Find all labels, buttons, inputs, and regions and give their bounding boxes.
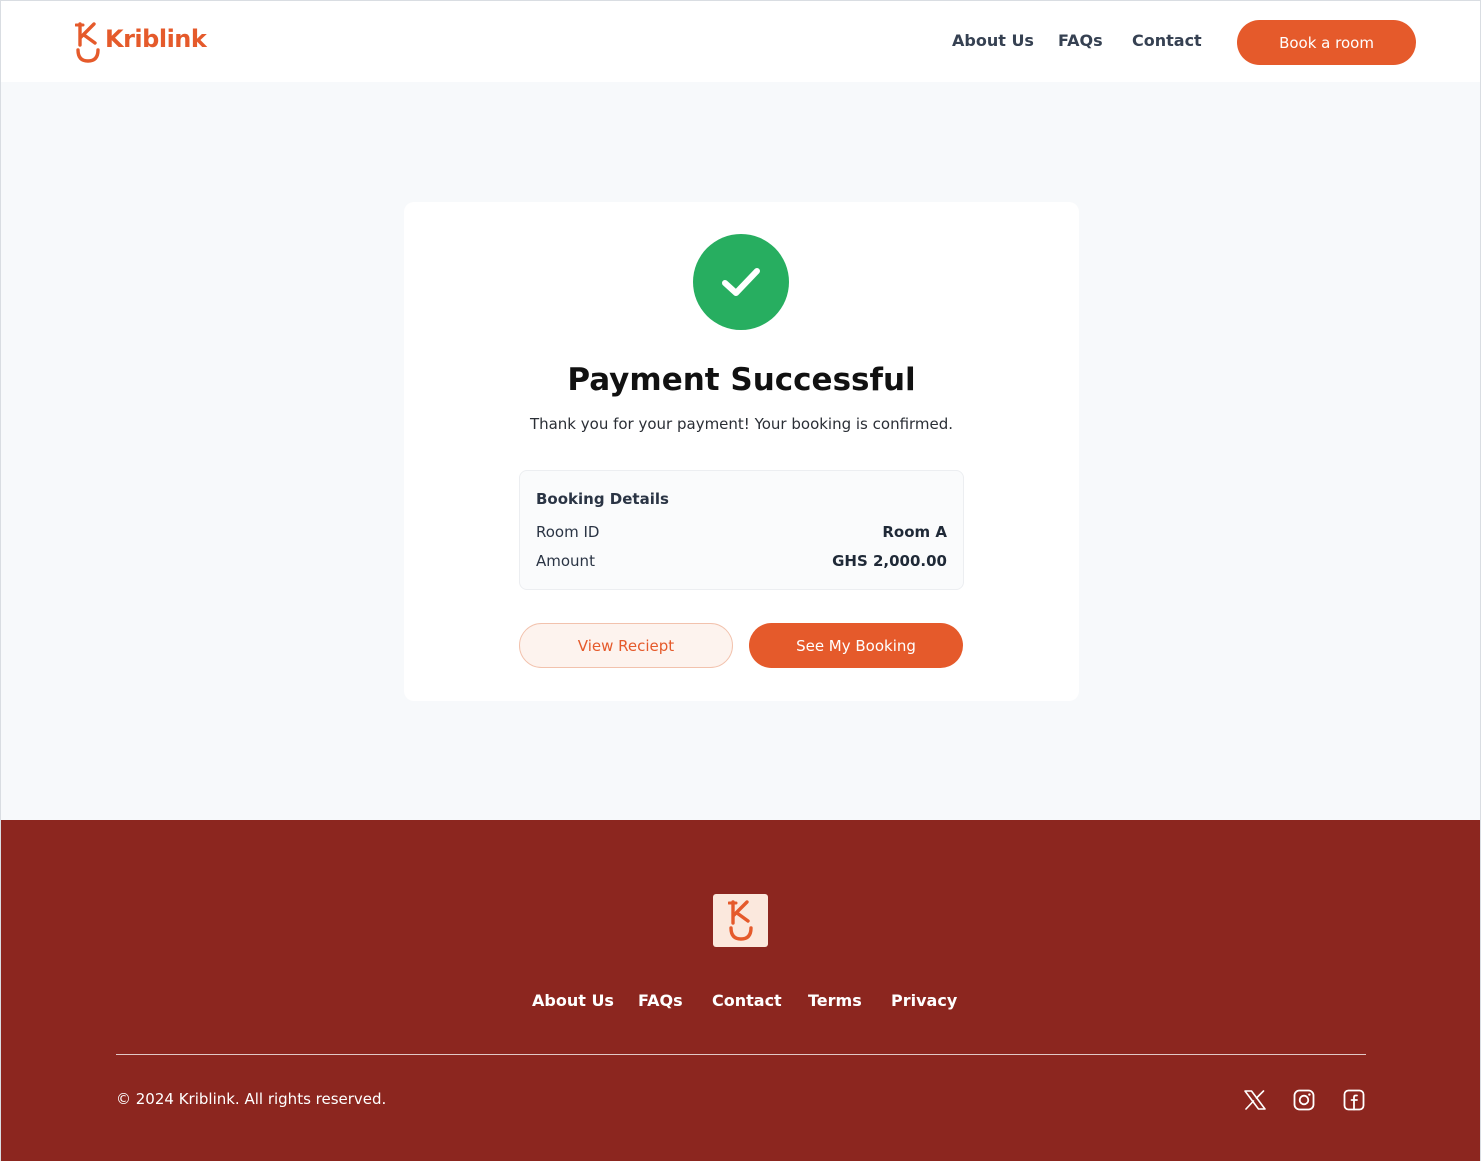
footer-link-terms[interactable]: Terms	[808, 991, 862, 1010]
brand-name: Kriblink	[105, 25, 207, 53]
footer-link-privacy[interactable]: Privacy	[891, 991, 957, 1010]
see-my-booking-button[interactable]: See My Booking	[749, 623, 963, 668]
site-header: Kriblink About Us FAQs Contact Book a ro…	[1, 1, 1480, 82]
book-a-room-button[interactable]: Book a room	[1237, 20, 1416, 65]
footer-link-about-us[interactable]: About Us	[532, 991, 614, 1010]
kriblink-logo-icon	[727, 899, 753, 941]
confirmation-card: Payment Successful Thank you for your pa…	[404, 202, 1079, 701]
facebook-icon[interactable]	[1342, 1088, 1366, 1112]
brand-logo[interactable]: Kriblink	[75, 21, 207, 65]
kriblink-logo-icon	[75, 22, 100, 63]
copyright-text: © 2024 Kriblink. All rights reserved.	[116, 1090, 387, 1108]
detail-row-amount: Amount GHS 2,000.00	[536, 552, 947, 570]
detail-label: Amount	[536, 552, 595, 570]
x-icon[interactable]	[1243, 1088, 1267, 1112]
detail-value: Room A	[882, 523, 947, 541]
view-receipt-button[interactable]: View Reciept	[519, 623, 733, 668]
check-circle-icon	[693, 234, 789, 330]
site-footer: About Us FAQs Contact Terms Privacy © 20…	[1, 820, 1480, 1161]
detail-row-room-id: Room ID Room A	[536, 523, 947, 541]
footer-logo[interactable]	[713, 894, 768, 947]
payment-success-page: Kriblink About Us FAQs Contact Book a ro…	[0, 0, 1481, 1161]
instagram-icon[interactable]	[1292, 1088, 1316, 1112]
nav-link-faqs[interactable]: FAQs	[1058, 31, 1103, 50]
page-title: Payment Successful	[567, 362, 916, 398]
detail-label: Room ID	[536, 523, 600, 541]
booking-details-panel: Booking Details Room ID Room A Amount GH…	[519, 470, 964, 590]
footer-link-contact[interactable]: Contact	[712, 991, 782, 1010]
nav-link-contact[interactable]: Contact	[1132, 31, 1202, 50]
footer-link-faqs[interactable]: FAQs	[638, 991, 683, 1010]
detail-value: GHS 2,000.00	[832, 552, 947, 570]
footer-nav: About Us FAQs Contact Terms Privacy	[1, 991, 1480, 1015]
confirmation-message: Thank you for your payment! Your booking…	[529, 415, 954, 433]
nav-link-about-us[interactable]: About Us	[952, 31, 1034, 50]
footer-divider	[116, 1054, 1366, 1055]
booking-details-heading: Booking Details	[536, 490, 669, 508]
